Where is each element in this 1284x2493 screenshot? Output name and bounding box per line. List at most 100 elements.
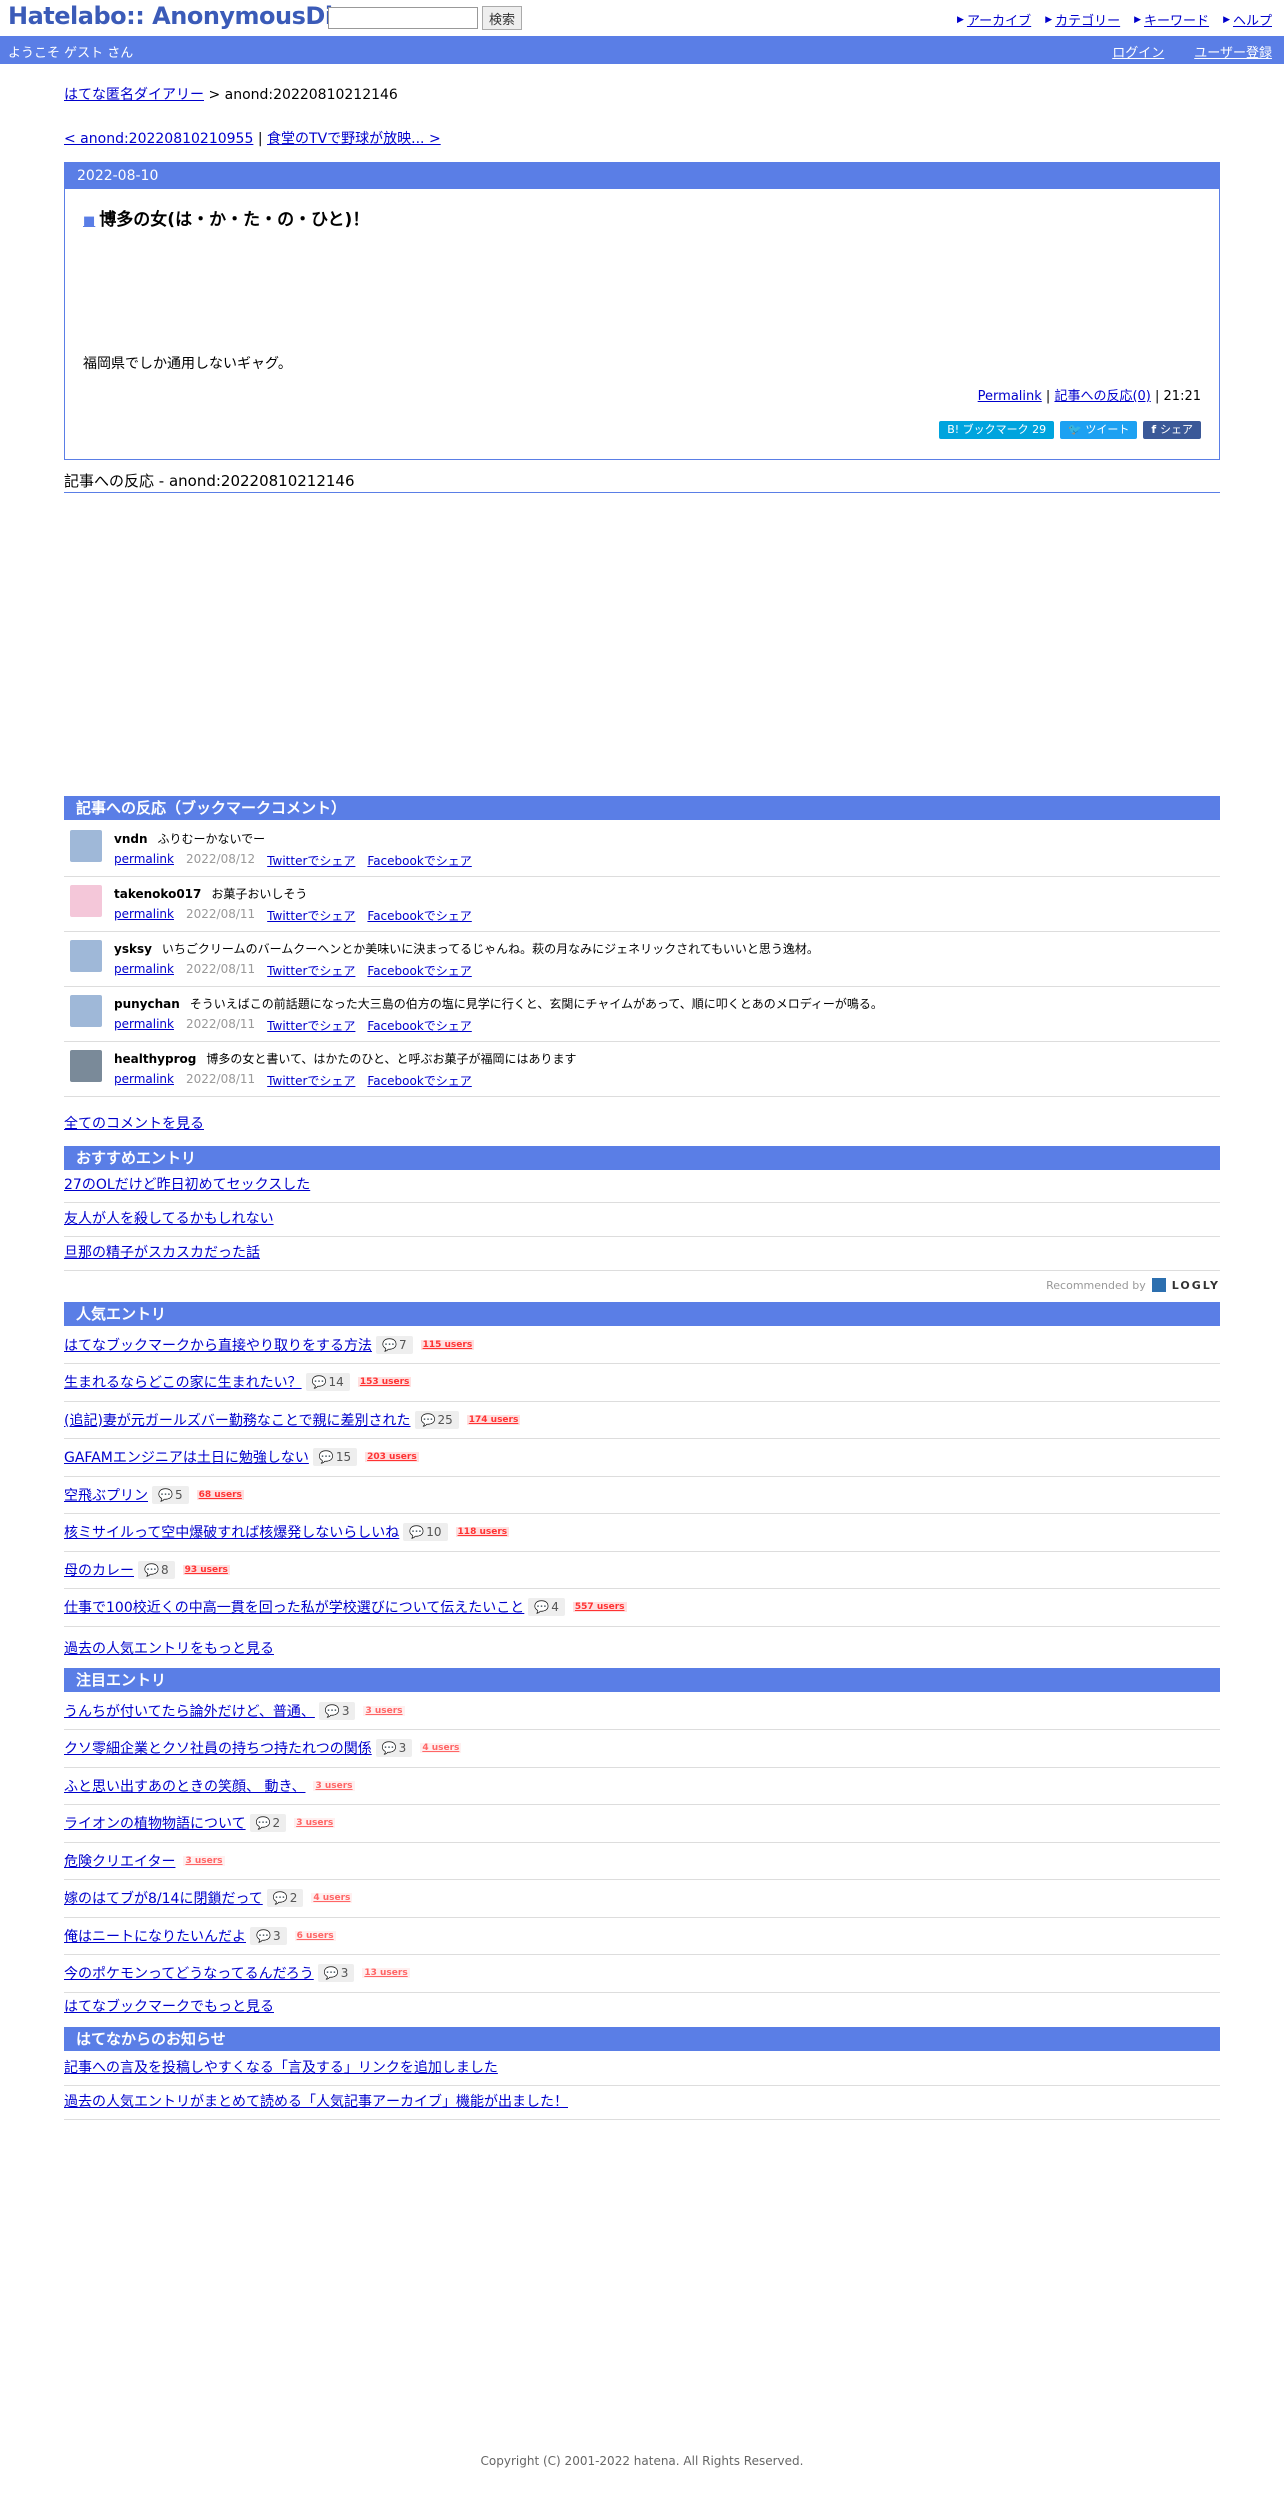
bookmark-users-count[interactable]: 4 users (311, 1893, 353, 1903)
bookmark-users-count[interactable]: 557 users (572, 1602, 627, 1612)
entry-link[interactable]: 危険クリエイター (64, 1851, 175, 1871)
breadcrumb-home[interactable]: はてな匿名ダイアリー (64, 87, 204, 103)
nav-keyword[interactable]: ▶ キーワード (1134, 10, 1209, 29)
entry-link[interactable]: 母のカレー (64, 1560, 134, 1580)
comment-user[interactable]: healthyprog (114, 1052, 196, 1066)
comment-facebook-share[interactable]: Facebookでシェア (367, 907, 471, 924)
comment-facebook-share[interactable]: Facebookでシェア (367, 1017, 471, 1034)
comment-count-badge[interactable]: 💬 3 (250, 1926, 287, 1945)
entry-link[interactable]: 嫁のはてブが8/14に閉鎖だって (64, 1888, 263, 1908)
entry-link[interactable]: (追記)妻が元ガールズバー勤務なことで親に差別された (64, 1410, 411, 1430)
popular-more-link[interactable]: 過去の人気エントリをもっと見る (64, 1638, 274, 1658)
comment-count-badge[interactable]: 💬 3 (318, 1701, 356, 1720)
user-avatar[interactable] (70, 995, 102, 1027)
search-button[interactable]: 検索 (482, 6, 522, 30)
bookmark-users-count[interactable]: 153 users (357, 1377, 412, 1387)
comment-twitter-share[interactable]: Twitterでシェア (267, 962, 355, 979)
user-avatar[interactable] (70, 830, 102, 862)
comment-permalink[interactable]: permalink (114, 1017, 174, 1034)
bookmark-users-count[interactable]: 203 users (365, 1452, 419, 1462)
entry-link[interactable]: 今のポケモンってどうなってるんだろう (64, 1963, 314, 1983)
comment-permalink[interactable]: permalink (114, 962, 174, 979)
comment-count-badge[interactable]: 💬 14 (305, 1373, 350, 1391)
search-input[interactable] (328, 7, 478, 29)
comment-user[interactable]: punychan (114, 997, 180, 1011)
comment-count-badge[interactable]: 💬 3 (375, 1739, 413, 1757)
bookmark-users-count[interactable]: 3 users (363, 1705, 405, 1716)
nav-category[interactable]: ▶ カテゴリー (1045, 10, 1120, 29)
register-link[interactable]: ユーザー登録 (1194, 42, 1272, 61)
bookmark-users-count[interactable]: 93 users (182, 1564, 230, 1575)
bookmark-users-count[interactable]: 174 users (466, 1414, 521, 1425)
permalink-link[interactable]: Permalink (978, 389, 1042, 404)
entry-link[interactable]: ふと思い出すあのときの笑顔、 動き、 (64, 1776, 305, 1796)
user-avatar[interactable] (70, 940, 102, 972)
entry-link[interactable]: クソ零細企業とクソ社員の持ちつ持たれつの関係 (64, 1738, 372, 1758)
recommended-item-link[interactable]: 27のOLだけど昨日初めてセックスした (64, 1177, 310, 1193)
nav-help[interactable]: ▶ ヘルプ (1223, 10, 1272, 29)
bookmark-users-count[interactable]: 68 users (196, 1489, 244, 1500)
logly-brand[interactable]: LOGLY (1172, 1279, 1220, 1292)
entry-link[interactable]: 核ミサイルって空中爆破すれば核爆発しないらしいね (64, 1522, 399, 1542)
comment-count-badge[interactable]: 💬 10 (403, 1523, 448, 1541)
comment-user[interactable]: takenoko017 (114, 887, 201, 901)
notable-more-link[interactable]: はてなブックマークでもっと見る (64, 1996, 274, 2016)
comment-user[interactable]: ysksy (114, 942, 152, 956)
comment-count-badge[interactable]: 💬 15 (312, 1448, 358, 1466)
nav-category-link[interactable]: カテゴリー (1055, 10, 1120, 29)
comment-count-badge[interactable]: 💬 25 (414, 1410, 459, 1429)
comment-facebook-share[interactable]: Facebookでシェア (367, 1072, 471, 1089)
comment-user[interactable]: vndn (114, 832, 148, 846)
entry-link[interactable]: 仕事で100校近くの中高一貫を回った私が学校選びについて伝えたいこと (64, 1597, 524, 1617)
login-link[interactable]: ログイン (1112, 42, 1164, 61)
facebook-share-button[interactable]: f シェア (1143, 421, 1201, 439)
entry-anchor-icon[interactable]: ■ (83, 214, 95, 229)
prev-entry-link[interactable]: < anond:20220810210955 (64, 131, 253, 147)
comment-twitter-share[interactable]: Twitterでシェア (267, 852, 355, 869)
site-logo[interactable]: Hatelabo:: AnonymousDiary (8, 2, 375, 30)
bookmark-users-count[interactable]: 6 users (294, 1930, 336, 1941)
reactions-link[interactable]: 記事への反応(0) (1054, 389, 1150, 404)
entry-link[interactable]: 俺はニートになりたいんだよ (64, 1926, 246, 1946)
comment-permalink[interactable]: permalink (114, 907, 174, 924)
nav-help-link[interactable]: ヘルプ (1233, 10, 1272, 29)
entry-link[interactable]: はてなブックマークから直接やり取りをする方法 (64, 1335, 372, 1355)
comment-facebook-share[interactable]: Facebookでシェア (367, 852, 471, 869)
comment-permalink[interactable]: permalink (114, 1072, 174, 1089)
bookmark-users-count[interactable]: 13 users (362, 1968, 410, 1978)
comment-count-badge[interactable]: 💬 7 (376, 1335, 413, 1354)
nav-keyword-link[interactable]: キーワード (1144, 10, 1209, 29)
nav-archive[interactable]: ▶ アーカイブ (957, 10, 1031, 29)
bookmark-users-count[interactable]: 3 users (313, 1780, 355, 1791)
comment-twitter-share[interactable]: Twitterでシェア (267, 907, 355, 924)
entry-link[interactable]: 生まれるならどこの家に生まれたい？ (64, 1372, 302, 1392)
bookmark-users-count[interactable]: 4 users (420, 1743, 462, 1753)
entry-link[interactable]: 空飛ぶプリン (64, 1485, 148, 1505)
comment-permalink[interactable]: permalink (114, 852, 174, 869)
entry-link[interactable]: GAFAMエンジニアは土日に勉強しない (64, 1447, 309, 1467)
nav-archive-link[interactable]: アーカイブ (967, 10, 1031, 29)
recommended-item-link[interactable]: 旦那の精子がスカスカだった話 (64, 1245, 260, 1261)
bookmark-users-count[interactable]: 3 users (294, 1818, 336, 1828)
comment-count-badge[interactable]: 💬 5 (152, 1485, 189, 1504)
comment-twitter-share[interactable]: Twitterでシェア (267, 1072, 355, 1089)
hatena-bookmark-button[interactable]: B! ブックマーク 29 (939, 421, 1055, 439)
comment-count-badge[interactable]: 💬 3 (317, 1964, 355, 1982)
comment-count-badge[interactable]: 💬 8 (138, 1560, 175, 1579)
comment-facebook-share[interactable]: Facebookでシェア (367, 962, 471, 979)
bookmark-users-count[interactable]: 118 users (455, 1527, 510, 1537)
news-item-link[interactable]: 記事への言及を投稿しやすくなる「言及する」リンクを追加しました (64, 2060, 498, 2076)
comment-count-badge[interactable]: 💬 2 (249, 1814, 287, 1832)
news-item-link[interactable]: 過去の人気エントリがまとめて読める「人気記事アーカイブ」機能が出ました！ (64, 2094, 568, 2110)
tweet-button[interactable]: 🐦 ツイート (1060, 421, 1138, 439)
bookmark-users-count[interactable]: 115 users (420, 1339, 475, 1350)
recommended-item-link[interactable]: 友人が人を殺してるかもしれない (64, 1211, 274, 1227)
user-avatar[interactable] (70, 1050, 102, 1082)
user-avatar[interactable] (70, 885, 102, 917)
entry-link[interactable]: ライオンの植物物語について (64, 1813, 246, 1833)
bookmark-users-count[interactable]: 3 users (183, 1855, 225, 1866)
entry-link[interactable]: うんちが付いてたら論外だけど、普通、 (64, 1701, 315, 1721)
see-all-comments-link[interactable]: 全てのコメントを見る (64, 1113, 204, 1133)
comment-twitter-share[interactable]: Twitterでシェア (267, 1017, 355, 1034)
comment-count-badge[interactable]: 💬 4 (528, 1598, 565, 1616)
